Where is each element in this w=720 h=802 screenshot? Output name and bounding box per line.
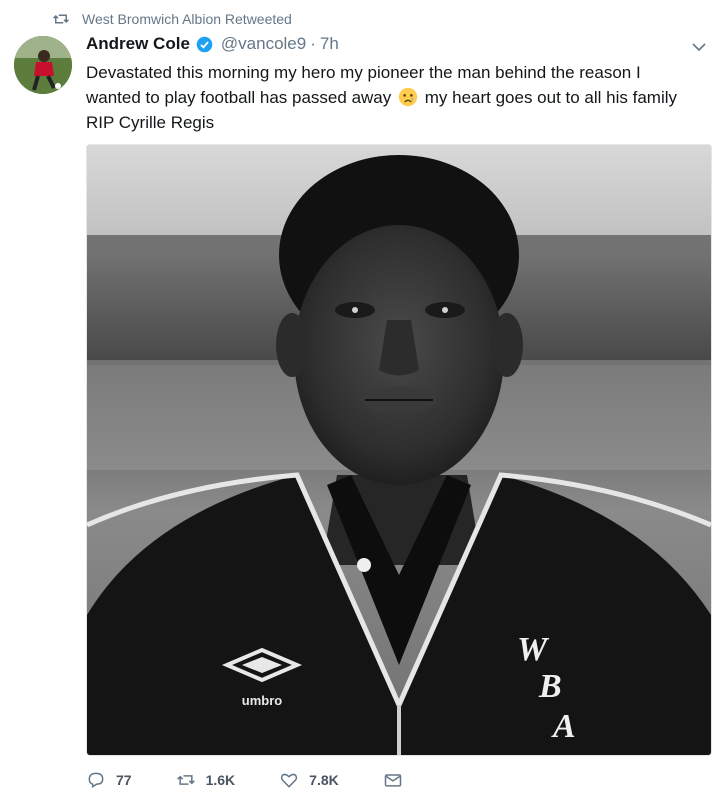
reply-icon [88, 772, 104, 788]
heart-icon [281, 773, 298, 788]
separator-dot: · [310, 34, 316, 53]
avatar[interactable] [14, 36, 72, 94]
umbro-text: umbro [242, 693, 283, 708]
envelope-icon [384, 774, 401, 787]
retweet-label: West Bromwich Albion Retweeted [82, 11, 292, 27]
chevron-down-icon[interactable] [690, 38, 708, 56]
retweet-context[interactable]: West Bromwich Albion Retweeted [52, 10, 292, 28]
author-handle[interactable]: @vancole9 [221, 34, 306, 54]
retweet-count: 1.6K [205, 772, 236, 788]
tweet-timestamp[interactable]: 7h [320, 34, 339, 54]
crest-letter-w: W [517, 631, 550, 668]
like-count: 7.8K [309, 772, 339, 788]
reply-button[interactable]: 77 [86, 770, 132, 790]
retweet-action-icon [176, 775, 195, 785]
tweet-actions: 77 1.6K 7.8K [86, 770, 447, 790]
crying-face-icon [398, 87, 418, 107]
tweet-photo[interactable]: umbro W B A [86, 144, 712, 756]
like-button[interactable]: 7.8K [279, 770, 339, 790]
retweet-icon [52, 14, 70, 24]
verified-badge-icon [196, 36, 213, 52]
crest-letter-a: A [551, 708, 576, 745]
tweet-header: Andrew Cole @vancole9 · 7h [86, 34, 660, 54]
author-name[interactable]: Andrew Cole [86, 34, 190, 54]
tweet-text: Devastated this morning my hero my pione… [86, 60, 696, 135]
crest-letter-b: B [538, 668, 562, 705]
direct-message-button[interactable] [383, 770, 403, 790]
reply-count: 77 [116, 772, 132, 788]
retweet-button[interactable]: 1.6K [176, 770, 236, 790]
